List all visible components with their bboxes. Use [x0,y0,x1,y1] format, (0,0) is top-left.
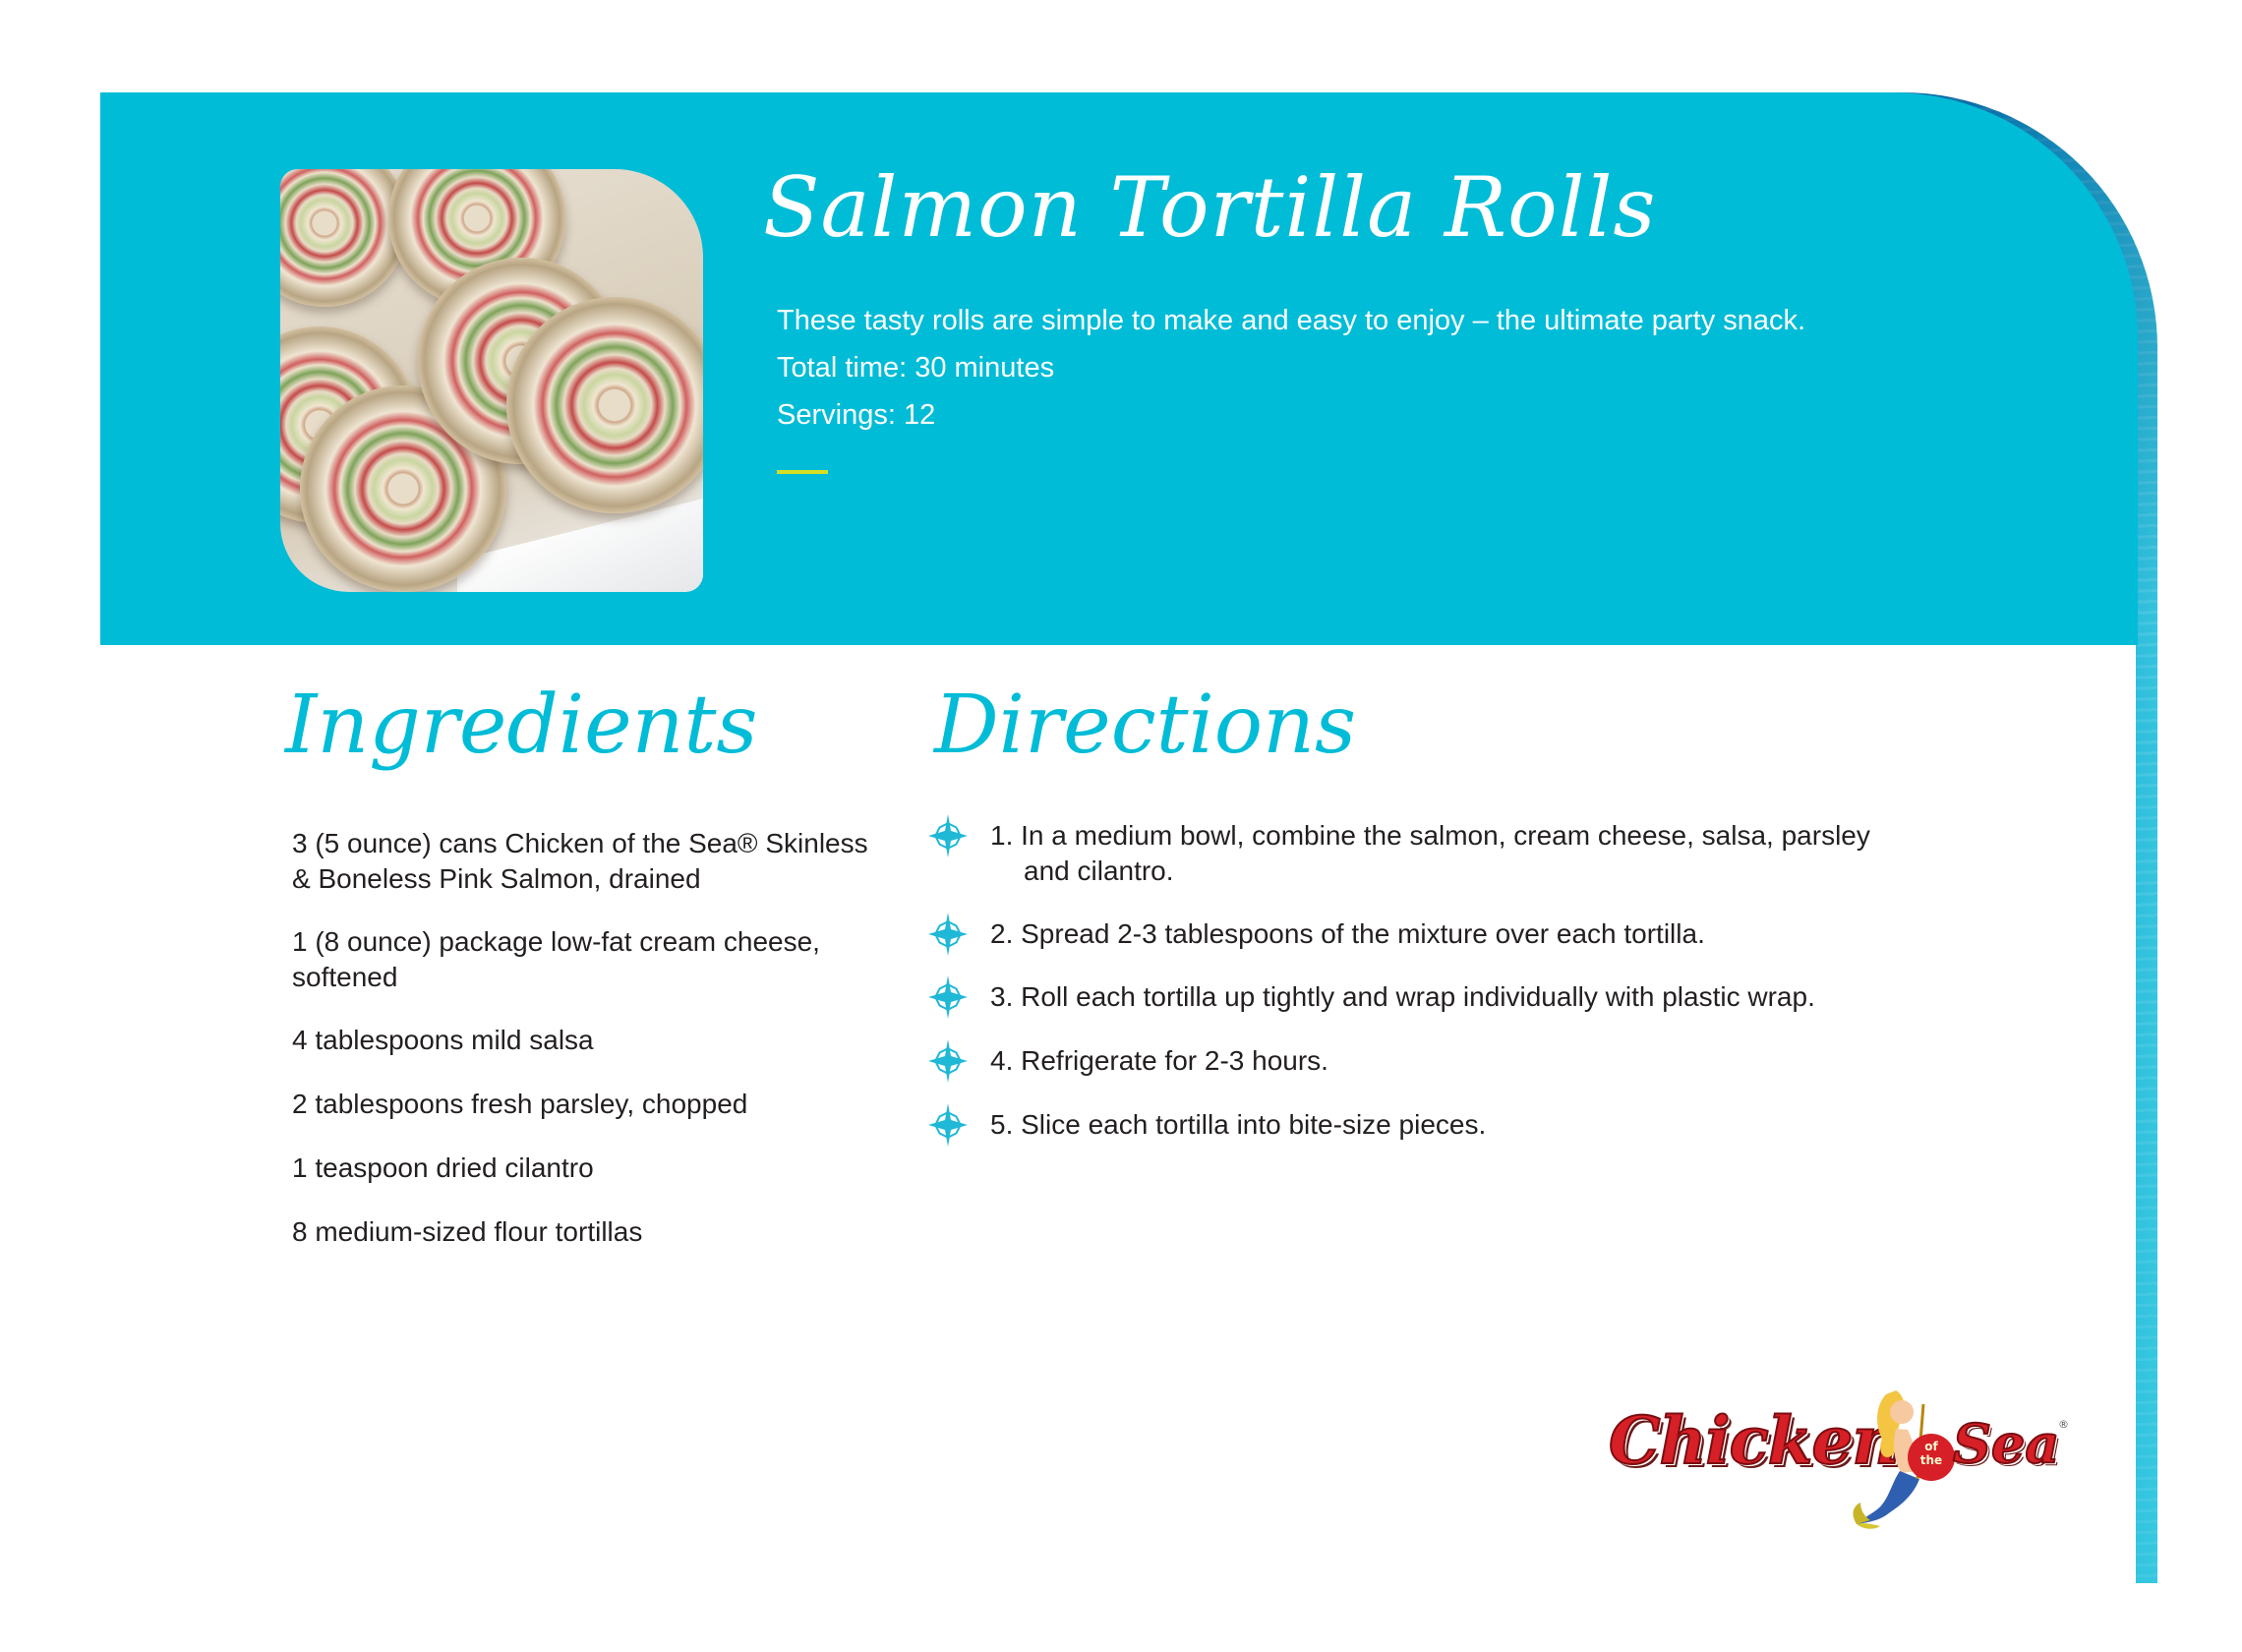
recipe-title: Salmon Tortilla Rolls [763,159,1657,256]
total-time: Total time: 30 minutes [777,352,1055,384]
logo-of-the-badge: of the [1908,1434,1955,1481]
directions-heading: Directions [934,678,1357,772]
sparkle-star-icon [928,1039,968,1083]
ingredient-item: 1 teaspoon dried cilantro [292,1152,594,1183]
recipe-card: Salmon Tortilla Rolls These tasty rolls … [0,0,2242,1652]
ingredient-item: 8 medium-sized flour tortillas [292,1216,643,1247]
sparkle-star-icon [928,975,968,1019]
servings: Servings: 12 [777,399,936,431]
direction-step-text: 5. Slice each tortilla into bite-size pi… [990,1109,1487,1140]
direction-step-text: 2. Spread 2-3 tablespoons of the mixture… [990,918,1705,949]
accent-divider [777,470,828,474]
ingredients-heading: Ingredients [285,678,758,772]
logo-word-sea: Sea [1952,1411,2060,1476]
recipe-description: These tasty rolls are simple to make and… [777,305,1806,336]
direction-step-text: 1. In a medium bowl, combine the salmon,… [990,820,1870,851]
logo-word-of: of [1924,1440,1938,1453]
logo-word-the: the [1919,1453,1943,1467]
direction-step-text-continued: and cilantro. [1024,856,1174,886]
sparkle-star-icon [928,913,968,956]
recipe-photo [280,169,703,592]
sparkle-star-icon [928,1103,968,1147]
chicken-of-the-sea-logo: Chicken of the Sea ® [1601,1385,2073,1532]
tortilla-roll-shape [280,169,408,307]
direction-step-text: 3. Roll each tortilla up tightly and wra… [990,981,1815,1012]
sparkle-star-icon [928,814,968,857]
direction-step-text: 4. Refrigerate for 2-3 hours. [990,1045,1328,1076]
tortilla-roll-shape [506,297,703,513]
ingredient-item: 1 (8 ounce) package low-fat cream cheese… [292,926,820,992]
registered-mark: ® [2058,1418,2069,1431]
ingredient-item: 4 tablespoons mild salsa [292,1025,594,1055]
ingredient-item: 3 (5 ounce) cans Chicken of the Sea® Ski… [292,828,868,894]
ingredient-item: 2 tablespoons fresh parsley, chopped [292,1089,748,1119]
